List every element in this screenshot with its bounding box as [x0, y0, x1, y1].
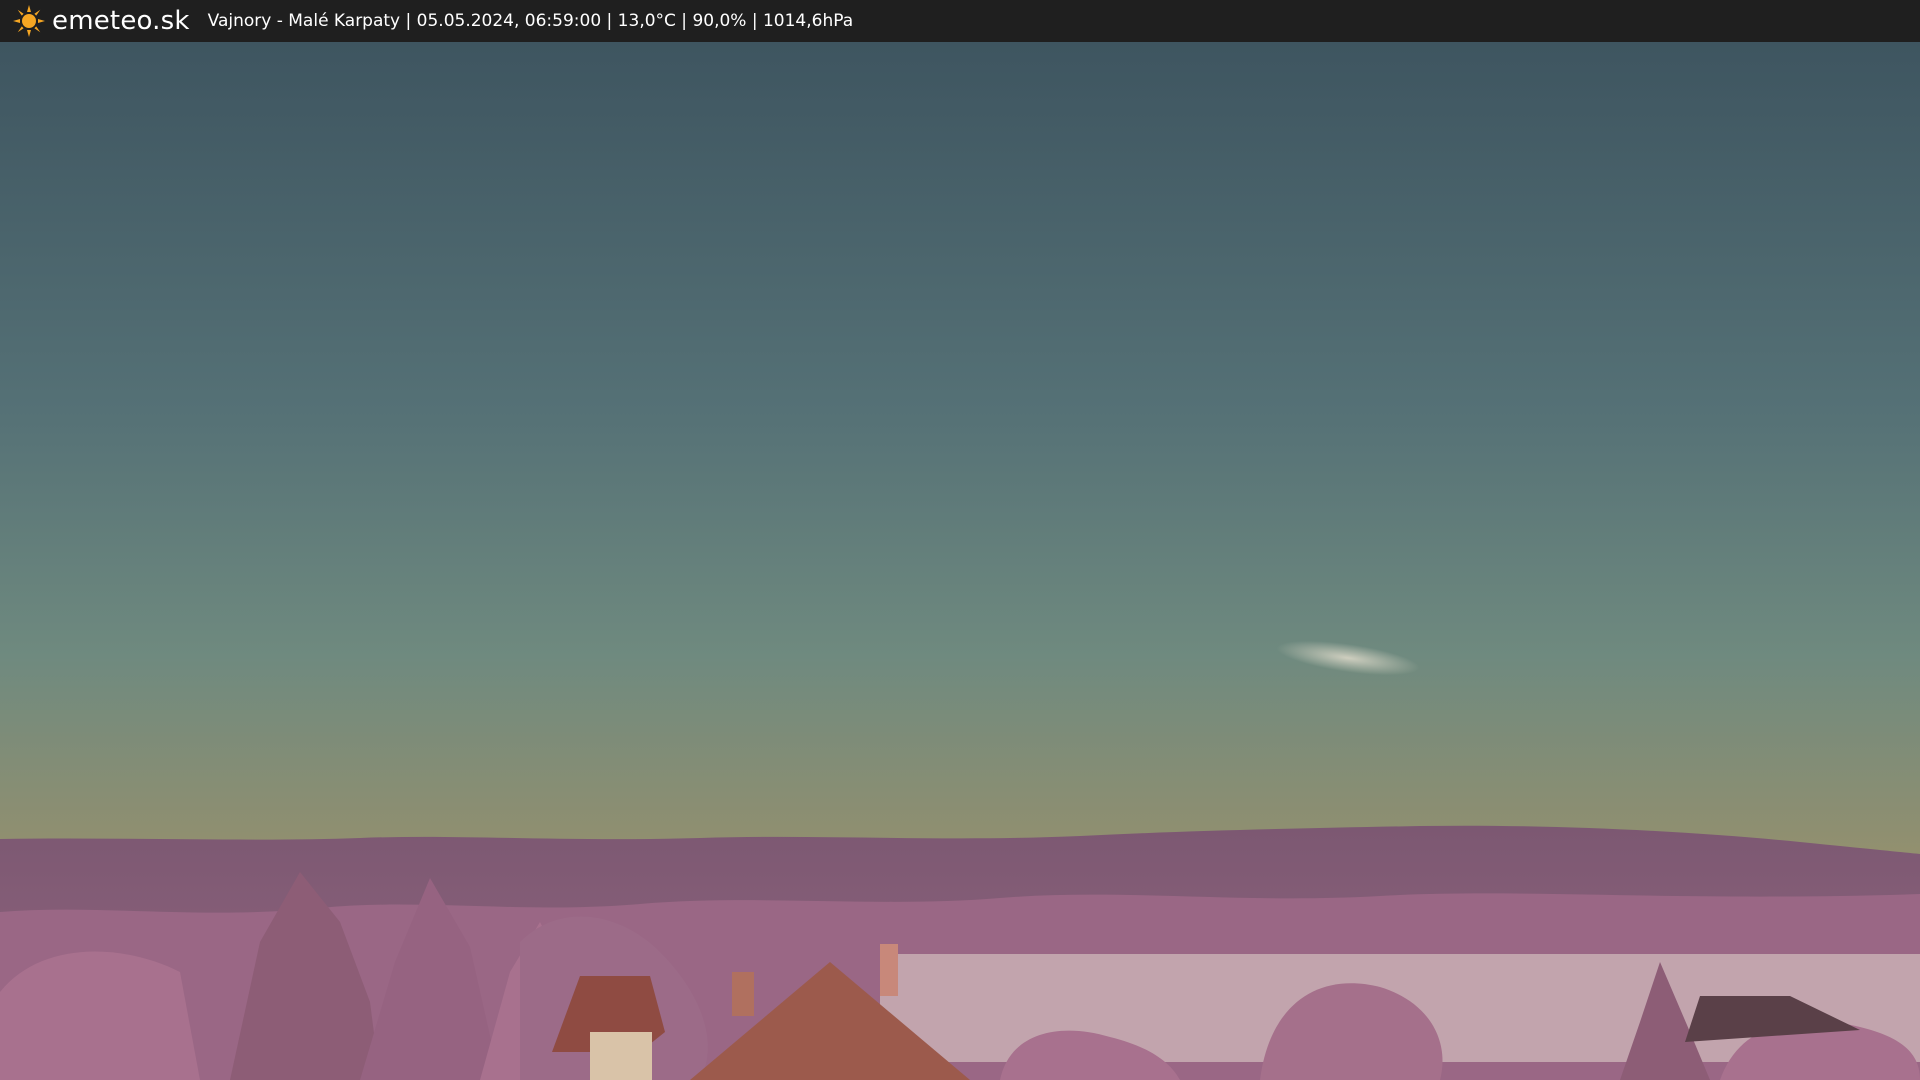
webcam-image — [0, 42, 1920, 1080]
sky — [0, 42, 1920, 862]
house-wall — [590, 1032, 652, 1080]
emeteo-logo[interactable]: emeteo.sk — [12, 4, 190, 38]
top-bar: emeteo.sk Vajnory - Malé Karpaty | 05.05… — [0, 0, 1920, 42]
chimney — [880, 944, 898, 996]
brand-name[interactable]: emeteo.sk — [52, 6, 190, 36]
weather-caption: Vajnory - Malé Karpaty | 05.05.2024, 06:… — [207, 11, 854, 31]
chimney — [732, 972, 754, 1016]
sun-icon — [13, 5, 45, 37]
